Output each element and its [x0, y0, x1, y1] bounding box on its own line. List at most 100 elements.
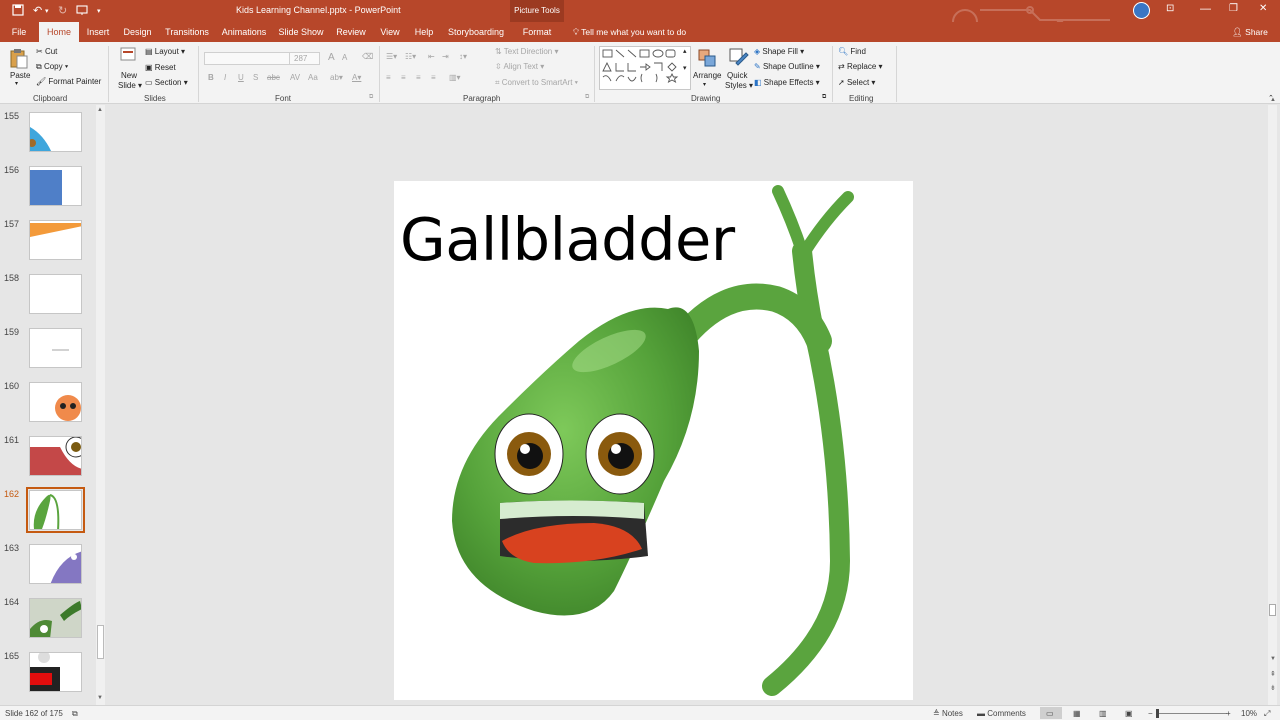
- redo-icon[interactable]: ↻: [58, 4, 67, 17]
- clear-formatting-icon[interactable]: ⌫: [362, 52, 373, 61]
- tab-help[interactable]: Help: [410, 22, 438, 42]
- character-spacing-icon[interactable]: AV: [290, 73, 300, 82]
- thumbnail-scroll-thumb[interactable]: [97, 625, 104, 659]
- arrange-button[interactable]: Arrange: [693, 71, 721, 80]
- fit-to-window-icon[interactable]: ⤢: [1264, 709, 1270, 719]
- reading-view-icon[interactable]: ▥: [1099, 709, 1107, 718]
- start-from-beginning-icon[interactable]: [76, 4, 88, 19]
- share-button[interactable]: 👤︎ Share: [1232, 27, 1268, 38]
- paste-button[interactable]: [9, 48, 29, 70]
- zoom-slider-track[interactable]: [1157, 713, 1227, 714]
- select-button[interactable]: ➚ Select ▾: [838, 78, 875, 87]
- layout-button[interactable]: ▤ Layout ▾: [145, 47, 185, 56]
- tab-storyboarding[interactable]: Storyboarding: [445, 22, 507, 42]
- shape-fill-button[interactable]: ◈ Shape Fill ▾: [754, 47, 804, 56]
- tab-animations[interactable]: Animations: [219, 22, 269, 42]
- zoom-in-icon[interactable]: +: [1226, 709, 1231, 718]
- slide-thumbnail-158[interactable]: [29, 274, 82, 314]
- slide-thumbnail-164[interactable]: [29, 598, 82, 638]
- tab-insert[interactable]: Insert: [82, 22, 114, 42]
- align-center-icon[interactable]: ≡: [401, 73, 406, 82]
- font-dialog-launcher-icon[interactable]: ⧉: [369, 94, 373, 101]
- notes-button[interactable]: ≜ Notes: [933, 709, 963, 718]
- canvas-scroll-thumb[interactable]: [1269, 604, 1276, 616]
- tell-me-search[interactable]: 💡︎ Tell me what you want to do: [573, 27, 686, 38]
- tab-format[interactable]: Format: [516, 22, 558, 42]
- zoom-level[interactable]: 10%: [1241, 709, 1257, 718]
- shapes-gallery[interactable]: [599, 46, 691, 90]
- strikethrough-icon[interactable]: S: [253, 73, 258, 82]
- thumbnail-scrollbar[interactable]: [96, 105, 105, 705]
- drawing-dialog-launcher-icon[interactable]: ⧉: [822, 94, 826, 101]
- tab-slide-show[interactable]: Slide Show: [277, 22, 325, 42]
- quick-styles-icon[interactable]: [728, 47, 750, 71]
- text-direction-button[interactable]: ⇅ Text Direction ▾: [495, 47, 559, 56]
- increase-font-icon[interactable]: A: [328, 52, 335, 63]
- comments-button[interactable]: ▬ Comments: [977, 709, 1026, 718]
- align-right-icon[interactable]: ≡: [416, 73, 421, 82]
- scroll-up-icon[interactable]: ▲: [97, 107, 103, 113]
- user-avatar[interactable]: [1133, 2, 1150, 19]
- font-color-icon[interactable]: A▾: [352, 73, 361, 82]
- copy-button[interactable]: ⧉ Copy ▾: [36, 62, 68, 72]
- spelling-check-icon[interactable]: ⧉: [72, 709, 78, 719]
- shape-outline-button[interactable]: ✎ Shape Outline ▾: [754, 62, 820, 71]
- new-slide-button[interactable]: Slide ▾: [118, 81, 142, 90]
- line-spacing-icon[interactable]: ↕▾: [459, 52, 467, 61]
- next-slide-icon[interactable]: ⇟: [1270, 684, 1276, 692]
- cut-button[interactable]: ✂ Cut: [36, 47, 57, 56]
- undo-icon[interactable]: ↶: [33, 4, 42, 17]
- tab-view[interactable]: View: [376, 22, 404, 42]
- close-button[interactable]: ✕: [1259, 3, 1267, 14]
- shadow-icon[interactable]: abc: [267, 73, 280, 82]
- canvas-scroll-up-icon[interactable]: ▲: [1270, 97, 1276, 103]
- columns-icon[interactable]: ▥▾: [449, 73, 461, 82]
- gallbladder-picture[interactable]: [394, 181, 913, 700]
- numbering-icon[interactable]: ☷▾: [405, 52, 416, 61]
- arrange-icon[interactable]: [697, 48, 717, 70]
- reset-button[interactable]: ▣ Reset: [145, 63, 176, 72]
- tab-home[interactable]: Home: [39, 22, 79, 42]
- slide-sorter-icon[interactable]: ▦: [1073, 709, 1081, 718]
- decrease-font-icon[interactable]: A: [342, 53, 347, 62]
- slide-thumbnail-165[interactable]: [29, 652, 82, 692]
- slide-show-icon[interactable]: ▣: [1125, 709, 1133, 718]
- paragraph-dialog-launcher-icon[interactable]: ⧉: [585, 94, 589, 101]
- paste-dropdown-icon[interactable]: ▾: [15, 80, 18, 87]
- canvas-scroll-down-icon[interactable]: ▼: [1270, 656, 1276, 662]
- decrease-indent-icon[interactable]: ⇤: [428, 52, 435, 61]
- scroll-down-icon[interactable]: ▼: [97, 695, 103, 701]
- bold-icon[interactable]: B: [208, 73, 214, 82]
- slide-thumbnail-155[interactable]: [29, 112, 82, 152]
- new-slide-icon[interactable]: [120, 47, 138, 67]
- align-text-button[interactable]: ⇳ Align Text ▾: [495, 62, 544, 71]
- slide-thumbnail-160[interactable]: [29, 382, 82, 422]
- italic-icon[interactable]: I: [224, 73, 226, 82]
- underline-icon[interactable]: U: [238, 73, 244, 82]
- arrange-dropdown-icon[interactable]: ▾: [703, 81, 706, 88]
- customize-toolbar-icon[interactable]: ▾: [97, 7, 101, 15]
- slide-thumbnail-163[interactable]: [29, 544, 82, 584]
- normal-view-icon[interactable]: ▭: [1046, 709, 1054, 718]
- slide-thumbnail-159[interactable]: [29, 328, 82, 368]
- slide-thumbnail-161[interactable]: [29, 436, 82, 476]
- ribbon-display-options-icon[interactable]: ⊡: [1166, 3, 1174, 14]
- undo-dropdown-icon[interactable]: ▾: [45, 7, 49, 15]
- font-size-input[interactable]: 287: [289, 52, 320, 65]
- tab-review[interactable]: Review: [333, 22, 369, 42]
- format-painter-button[interactable]: 🖌︎ Format Painter: [36, 77, 101, 86]
- slide-thumbnail-157[interactable]: [29, 220, 82, 260]
- bullets-icon[interactable]: ☰▾: [386, 52, 397, 61]
- zoom-slider-thumb[interactable]: [1156, 709, 1159, 718]
- shape-effects-button[interactable]: ◧ Shape Effects ▾: [754, 78, 820, 87]
- zoom-out-icon[interactable]: −: [1148, 709, 1153, 718]
- replace-button[interactable]: ⇄ Replace ▾: [838, 62, 883, 71]
- slide-thumbnail-162[interactable]: [26, 487, 85, 533]
- convert-smartart-button[interactable]: ⌗ Convert to SmartArt ▾: [495, 78, 578, 88]
- previous-slide-icon[interactable]: ⇞: [1270, 670, 1276, 678]
- restore-button[interactable]: ❐: [1229, 3, 1238, 14]
- slide-thumbnail-156[interactable]: [29, 166, 82, 206]
- save-icon[interactable]: [12, 4, 24, 19]
- find-button[interactable]: 🔍︎ Find: [838, 47, 866, 56]
- tab-transitions[interactable]: Transitions: [163, 22, 211, 42]
